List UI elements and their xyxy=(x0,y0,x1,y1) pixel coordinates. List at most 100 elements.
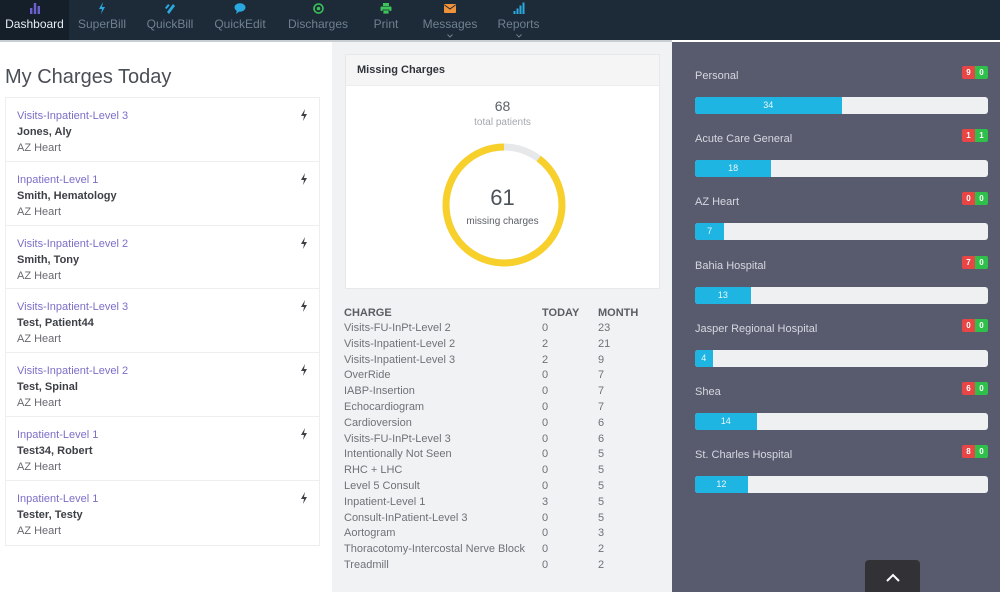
charge-type-link[interactable]: Visits-Inpatient-Level 2 xyxy=(17,236,319,252)
red-count-badge: 8 xyxy=(962,445,975,459)
bolt-icon[interactable] xyxy=(300,427,308,440)
nav-discharges[interactable]: Discharges xyxy=(275,0,361,40)
site-badges: 00 xyxy=(962,318,988,332)
table-row: OverRide 0 7 xyxy=(344,368,664,384)
site-row[interactable]: Jasper Regional Hospital 0 0 4 xyxy=(695,309,988,369)
site-row[interactable]: Acute Care General 1 1 18 xyxy=(695,119,988,179)
table-row: Visits-FU-InPt-Level 3 0 6 xyxy=(344,432,664,448)
table-row: Visits-Inpatient-Level 2 2 21 xyxy=(344,337,664,353)
site-row[interactable]: Bahia Hospital 7 0 13 xyxy=(695,246,988,306)
table-row: Visits-Inpatient-Level 3 2 9 xyxy=(344,353,664,369)
site-row[interactable]: AZ Heart 0 0 7 xyxy=(695,182,988,242)
table-row: IABP-Insertion 0 7 xyxy=(344,384,664,400)
nav-superbill[interactable]: SuperBill xyxy=(69,0,135,40)
bill-icon xyxy=(162,1,178,15)
cell-charge: RHC + LHC xyxy=(344,464,403,477)
table-row: Thoracotomy-Intercostal Nerve Block 0 2 xyxy=(344,542,664,558)
nav-quickbill[interactable]: QuickBill xyxy=(135,0,205,40)
charge-card[interactable]: Inpatient-Level 1 Smith, Hematology AZ Hea… xyxy=(6,162,319,226)
charge-type-link[interactable]: Visits-Inpatient-Level 3 xyxy=(17,299,319,315)
green-count-badge: 0 xyxy=(975,382,988,395)
charge-card[interactable]: Visits-Inpatient-Level 2 Test, Spinal AZ H… xyxy=(6,353,319,417)
charge-type-link[interactable]: Inpatient-Level 1 xyxy=(17,427,319,443)
chevron-down-icon xyxy=(447,34,453,38)
charge-summary-table: CHARGE TODAY MONTH Visits-FU-InPt-Level … xyxy=(344,306,664,574)
bolt-icon[interactable] xyxy=(300,109,308,121)
bolt-icon[interactable] xyxy=(300,172,308,185)
red-count-badge: 7 xyxy=(962,255,975,269)
site-name: Acute Care General xyxy=(695,133,793,146)
charge-type-link[interactable]: Visits-Inpatient-Level 2 xyxy=(17,363,319,379)
charge-type-link[interactable]: Inpatient-Level 1 xyxy=(17,172,319,188)
bolt-icon[interactable] xyxy=(300,300,308,313)
site-name: St. Charles Hospital xyxy=(695,449,793,462)
signal-bars-icon xyxy=(511,1,527,15)
my-charges-title: My Charges Today xyxy=(5,66,172,88)
cell-charge: Inpatient-Level 1 xyxy=(344,495,426,508)
cell-today: 0 xyxy=(542,322,549,334)
charge-card[interactable]: Visits-Inpatient-Level 3 Jones, Aly AZ Hea… xyxy=(6,98,319,162)
cell-month: 2 xyxy=(598,558,605,571)
nav-dashboard[interactable]: Dashboard xyxy=(0,0,69,40)
site-row[interactable]: Shea 6 0 14 xyxy=(695,372,988,432)
bolt-icon[interactable] xyxy=(300,236,308,249)
site-badges: 11 xyxy=(962,129,988,143)
red-count-badge: 6 xyxy=(962,382,975,395)
chevron-down-icon xyxy=(515,34,522,38)
location-name: AZ Heart xyxy=(17,397,62,410)
nav-label: Messages xyxy=(422,17,478,31)
location-name: AZ Heart xyxy=(17,205,62,218)
nav-reports[interactable]: Reports xyxy=(489,0,548,40)
cell-charge: Level 5 Consult xyxy=(344,479,420,492)
total-patients-label: total patients xyxy=(474,117,531,128)
table-row: RHC + LHC 0 5 xyxy=(344,463,664,479)
missing-charges-column: Missing Charges 68 total patients 61 mis… xyxy=(332,42,672,592)
location-name: AZ Heart xyxy=(17,142,62,154)
bolt-icon[interactable] xyxy=(300,491,308,504)
cell-month: 9 xyxy=(598,353,605,366)
cell-month: 7 xyxy=(598,385,605,398)
nav-quickedit[interactable]: QuickEdit xyxy=(205,0,275,40)
cell-charge: Echocardiogram xyxy=(344,400,425,413)
cell-charge: Aortogram xyxy=(344,527,396,540)
chevron-up-icon xyxy=(885,573,900,582)
my-charges-panel: My Charges Today Visits-Inpatient-Level … xyxy=(0,42,332,592)
cell-charge: OverRide xyxy=(344,369,391,382)
charge-type-link[interactable]: Visits-Inpatient-Level 3 xyxy=(17,108,319,124)
charge-type-link[interactable]: Inpatient-Level 1 xyxy=(17,491,319,507)
nav-label: Discharges xyxy=(287,17,349,31)
site-progress-bar: 13 xyxy=(695,286,988,304)
cell-today: 0 xyxy=(542,479,549,492)
cell-today: 0 xyxy=(542,527,549,540)
charge-card[interactable]: Visits-Inpatient-Level 3 Test, Patient44 A… xyxy=(6,289,319,354)
green-count-badge: 1 xyxy=(975,129,988,143)
site-row[interactable]: Personal 9 0 34 xyxy=(695,56,988,116)
site-progress-bar: 4 xyxy=(695,349,988,367)
table-row: Consult-InPatient-Level 3 0 5 xyxy=(344,511,664,527)
column-header-month: MONTH xyxy=(598,307,639,319)
cell-today: 0 xyxy=(542,432,549,445)
site-row[interactable]: St. Charles Hospital 8 0 12 xyxy=(695,435,988,495)
table-row: Cardioversion 0 6 xyxy=(344,416,664,432)
bolt-icon[interactable] xyxy=(300,364,308,377)
charge-card[interactable]: Inpatient-Level 1 Test34, Robert AZ Heart xyxy=(6,417,319,481)
cell-month: 5 xyxy=(598,495,605,508)
site-summary-panel: Personal 9 0 34 Acute Care General 1 1 18 AZ Hea… xyxy=(672,42,1000,592)
charge-card[interactable]: Visits-Inpatient-Level 2 Smith, Tony AZ He… xyxy=(6,226,319,290)
site-progress-fill: 7 xyxy=(695,223,725,241)
table-row: Echocardiogram 0 7 xyxy=(344,400,664,416)
cell-today: 0 xyxy=(542,416,549,429)
cell-charge: Cardioversion xyxy=(344,416,412,429)
charge-card[interactable]: Inpatient-Level 1 Tester, Testy AZ Heart xyxy=(6,481,319,545)
cell-today: 0 xyxy=(542,448,549,461)
scroll-to-top-button[interactable] xyxy=(865,560,920,592)
nav-print[interactable]: Print xyxy=(361,0,411,40)
missing-charges-title: Missing Charges xyxy=(346,55,659,86)
site-progress-fill: 34 xyxy=(695,97,842,114)
nav-messages[interactable]: Messages xyxy=(411,0,489,40)
total-patients-value: 68 xyxy=(494,98,511,114)
red-count-badge: 0 xyxy=(962,192,975,206)
patient-name: Test, Spinal xyxy=(17,381,78,394)
green-count-badge: 0 xyxy=(975,445,988,459)
site-badges: 80 xyxy=(962,445,988,459)
